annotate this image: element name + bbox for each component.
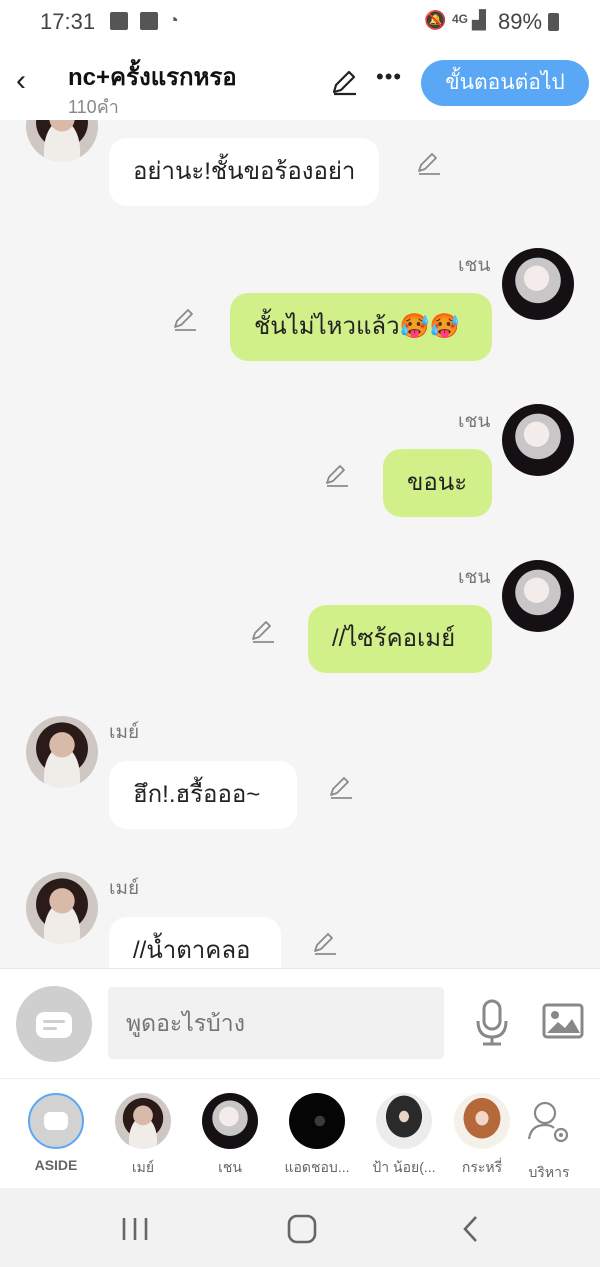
avatar-chen[interactable] (502, 404, 574, 476)
avatar-may[interactable] (26, 120, 98, 162)
message-bubble[interactable]: //น้ำตาคลอ (109, 917, 281, 968)
character-krari[interactable]: กระหรี่ (447, 1079, 517, 1179)
status-time: 17:31 (40, 9, 96, 34)
wifi-icon: ◔ (168, 10, 179, 30)
android-nav-bar (0, 1188, 600, 1267)
sender-name: เมย์ (109, 722, 140, 743)
avatar-may[interactable] (26, 872, 98, 944)
home-icon[interactable] (287, 1214, 317, 1244)
edit-message-icon[interactable] (328, 774, 354, 800)
check-icon (140, 12, 158, 30)
edit-message-icon[interactable] (312, 930, 338, 956)
character-label: กระหรี่ (461, 1159, 503, 1175)
edit-pencil-icon[interactable] (330, 68, 358, 96)
edit-message-icon[interactable] (324, 462, 350, 488)
back-chevron-icon[interactable]: ‹ (16, 66, 40, 96)
manage-characters-button[interactable]: บริหาร (514, 1079, 584, 1184)
message-bubble[interactable]: ชั้นไม่ไหวแล้ว🥵🥵 (230, 293, 492, 361)
chat-header: ‹ nc+ครั้งแรกหรอ 110คำ ••• ขั้นตอนต่อไป (0, 44, 600, 120)
edit-message-icon[interactable] (416, 150, 442, 176)
character-may[interactable]: เมย์ (108, 1079, 178, 1179)
avatar-may[interactable] (26, 716, 98, 788)
message-bubble[interactable]: อย่านะ!ชั้นขอร้องอย่า (109, 138, 380, 206)
signal-icon: ▟ (472, 10, 486, 30)
back-icon[interactable] (460, 1214, 482, 1244)
character-avatar (454, 1093, 510, 1149)
microphone-icon[interactable] (474, 999, 510, 1047)
character-label: แอดชอบ... (284, 1159, 350, 1175)
next-step-button[interactable]: ขั้นตอนต่อไป (421, 60, 589, 106)
recent-apps-icon[interactable] (120, 1216, 150, 1242)
sender-name: เมย์ (109, 878, 140, 899)
network-label: 4G (452, 12, 469, 26)
story-title: nc+ครั้งแรกหรอ (68, 64, 237, 91)
character-admin[interactable]: แอดชอบ... (282, 1079, 352, 1179)
battery-icon (548, 13, 559, 31)
sender-name: เชน (458, 567, 491, 588)
status-bar: 17:31 ◔ 🔕 4G ▟ 89% (0, 0, 600, 44)
character-avatar (115, 1093, 171, 1149)
character-label: ASIDE (34, 1157, 78, 1173)
user-settings-icon (527, 1101, 569, 1143)
input-bar (0, 968, 600, 1078)
character-label: เชน (218, 1159, 242, 1175)
edit-message-icon[interactable] (250, 618, 276, 644)
message-input[interactable] (108, 987, 444, 1059)
aside-toggle-button[interactable] (16, 986, 92, 1062)
aside-avatar-icon (28, 1093, 84, 1149)
character-avatar (202, 1093, 258, 1149)
message-bubble[interactable]: ขอนะ (383, 449, 492, 517)
chat-area[interactable]: อย่านะ!ชั้นขอร้องอย่า เชน ชั้นไม่ไหวแล้ว… (0, 120, 600, 968)
word-count: 110คำ (68, 97, 119, 117)
sender-name: เชน (458, 411, 491, 432)
character-label: บริหาร (528, 1164, 570, 1180)
character-chen[interactable]: เชน (195, 1079, 265, 1179)
character-avatar (289, 1093, 345, 1149)
avatar-chen[interactable] (502, 248, 574, 320)
aside-message-icon (36, 1012, 72, 1038)
message-bubble[interactable]: //ไซร้คอเมย์ (308, 605, 492, 673)
character-label: เมย์ (131, 1159, 155, 1175)
character-avatar (376, 1093, 432, 1149)
character-aunt-noi[interactable]: ป้า น้อย(... (369, 1079, 439, 1179)
image-icon[interactable] (542, 1003, 584, 1039)
edit-message-icon[interactable] (172, 306, 198, 332)
battery-text: 89% (498, 9, 543, 34)
gallery-icon (110, 12, 128, 30)
character-label: ป้า น้อย(... (372, 1159, 436, 1175)
more-options-icon[interactable]: ••• (376, 64, 402, 90)
avatar-chen[interactable] (502, 560, 574, 632)
mute-icon: 🔕 (424, 10, 447, 30)
character-aside[interactable]: ASIDE (21, 1079, 91, 1173)
sender-name: เชน (458, 255, 491, 276)
character-bar: ASIDE เมย์ เชน แอดชอบ... ป้า น้อย(... กร… (0, 1078, 600, 1188)
message-bubble[interactable]: ฮึก!.ฮรื้อออ~ (109, 761, 297, 829)
